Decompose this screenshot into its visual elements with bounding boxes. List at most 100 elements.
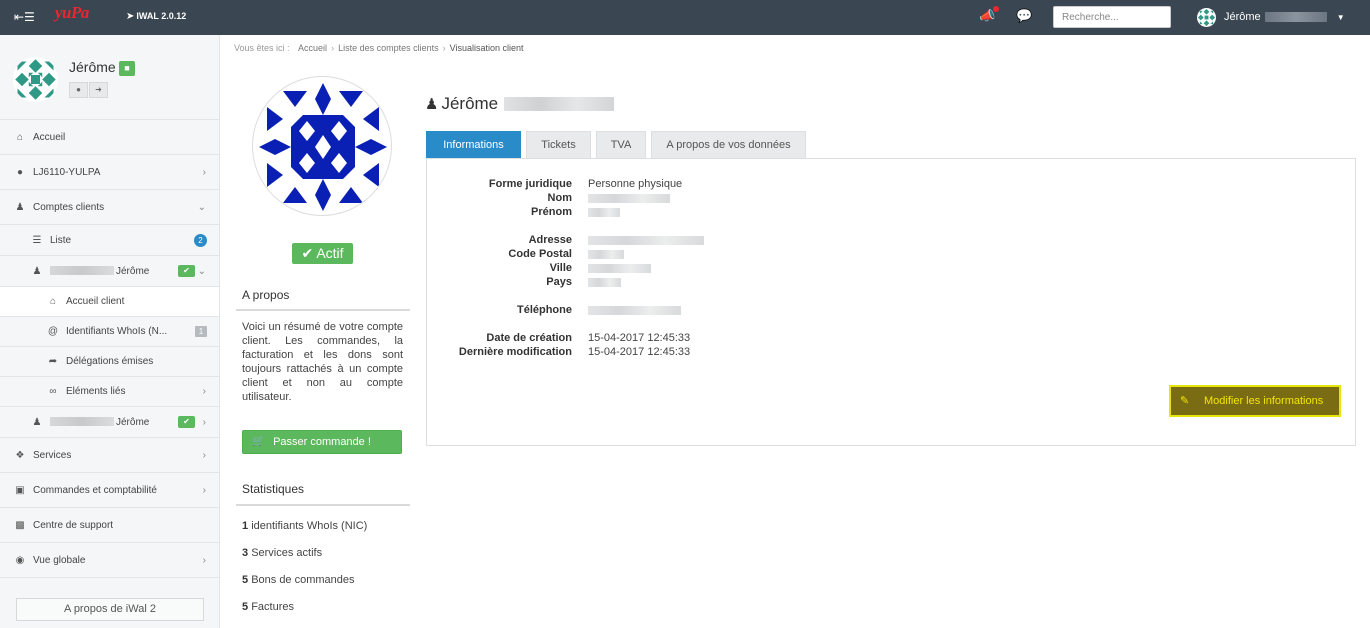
link-icon: ∞ [49, 386, 57, 397]
order-button[interactable]: 🛒 Passer commande ! [242, 430, 402, 454]
field-value: Personne physique [588, 178, 683, 190]
client-avatar [252, 76, 392, 216]
sidebar-user: Jérôme ■ ● ➜ [0, 35, 219, 120]
sidebar-item-client-2[interactable]: ♟ Jérôme ✔ › [0, 407, 219, 438]
tab-tva[interactable]: TVA [596, 131, 646, 158]
stat-count: 1 [242, 520, 249, 532]
field-value [588, 304, 681, 316]
logout-button[interactable]: ➜ [89, 82, 108, 98]
sidebar: Jérôme ■ ● ➜ ⌂ Accueil ● LJ6110-YULPA › … [0, 35, 220, 628]
sidebar-item-liste[interactable]: ☰ Liste 2 [0, 225, 219, 256]
sidebar-item-elements-lies[interactable]: ∞ Eléments liés › [0, 377, 219, 407]
stat-label: Bons de commandes [251, 574, 355, 586]
redacted-surname [504, 97, 615, 111]
stats-title: Statistiques [242, 482, 305, 496]
stat-bons[interactable]: 5 Bons de commandes [242, 574, 355, 586]
field-label: Pays [546, 276, 572, 288]
tab-informations[interactable]: Informations [426, 131, 521, 158]
tab-tickets[interactable]: Tickets [526, 131, 591, 158]
sidebar-item-commandes[interactable]: ▣ Commandes et comptabilité › [0, 473, 219, 508]
check-icon: ✔ [178, 416, 195, 428]
sidebar-item-client-1[interactable]: ♟ Jérôme ✔ ⌄ [0, 256, 219, 287]
chat-icon[interactable]: 💬 [1016, 8, 1034, 26]
sidebar-item-services[interactable]: ❖ Services › [0, 438, 219, 473]
redacted-value [588, 207, 620, 217]
status-label: Actif [316, 245, 344, 261]
redacted-name [50, 417, 114, 427]
sidebar-item-delegations[interactable]: ➦ Délégations émises [0, 347, 219, 377]
sidebar-item-label: Eléments liés [66, 386, 126, 397]
breadcrumb-prefix: Vous êtes ici : [234, 43, 290, 53]
profile-button[interactable]: ● [69, 82, 88, 98]
about-iwal-button[interactable]: A propos de iWal 2 [16, 598, 204, 621]
divider [236, 309, 410, 311]
field-value: 15-04-2017 12:45:33 [588, 332, 691, 344]
stat-count: 5 [242, 601, 249, 613]
cubes-icon: ❖ [15, 449, 25, 461]
status-badge: ✔ Actif [292, 243, 353, 264]
page-title: ♟ Jérôme [425, 94, 615, 114]
about-text: Voici un résumé de votre compte client. … [242, 321, 403, 403]
sidebar-item-label: Délégations émises [66, 356, 154, 367]
redacted-value [588, 305, 681, 315]
check-icon: ✔ [178, 265, 195, 277]
sidebar-item-label: Jérôme [50, 417, 149, 428]
field-label: Date de création [486, 332, 572, 344]
client-firstname: Jérôme [116, 265, 150, 277]
version-link[interactable]: ➤ IWAL 2.0.12 [126, 11, 186, 22]
chevron-right-icon: › [442, 43, 446, 53]
chevron-right-icon: › [202, 386, 206, 397]
top-bar: ⇤☰ yuPa ➤IWAL 2.0.12 📣 💬 Jérôme ▼ [0, 0, 1370, 35]
count-badge: 2 [194, 233, 207, 247]
breadcrumb: Vous êtes ici : Accueil › Liste des compte… [234, 43, 524, 53]
breadcrumb-liste[interactable]: Liste des comptes clients [338, 43, 439, 53]
megaphone-icon[interactable]: 📣 [979, 6, 999, 26]
field-label: Code Postal [508, 248, 572, 260]
sidebar-item-whois[interactable]: @ Identifiants WhoIs (N... 1 [0, 317, 219, 347]
user-menu[interactable]: Jérôme ▼ [1197, 7, 1345, 27]
client-firstname: Jérôme [116, 416, 150, 428]
field-label: Dernière modification [458, 346, 572, 358]
chevron-right-icon: › [202, 554, 206, 566]
sidebar-item-label: Services [33, 449, 72, 461]
chevron-right-icon: › [202, 484, 206, 496]
list-icon: ☰ [32, 234, 42, 246]
edit-info-button[interactable]: ✎ Modifier les informations [1169, 385, 1341, 417]
sidebar-item-label: Commandes et comptabilité [33, 484, 157, 496]
informations-panel: Forme juridique Personne physique Nom Pr… [426, 158, 1356, 446]
sidebar-item-label: Comptes clients [33, 201, 105, 213]
sidebar-item-comptes-clients[interactable]: ♟ Comptes clients ⌄ [0, 190, 219, 225]
sidebar-item-support[interactable]: ▩ Centre de support [0, 508, 219, 543]
sidebar-item-label: Identifiants WhoIs (N... [66, 326, 168, 337]
order-button-label: Passer commande ! [273, 436, 371, 448]
breadcrumb-accueil[interactable]: Accueil [298, 43, 327, 53]
pencil-icon: ✎ [1180, 395, 1190, 407]
search-input[interactable] [1053, 6, 1171, 28]
stat-services[interactable]: 3 Services actifs [242, 547, 322, 559]
tab-donnees[interactable]: A propos de vos données [651, 131, 806, 158]
edit-info-button-label: Modifier les informations [1204, 395, 1324, 407]
sidebar-item-accueil[interactable]: ⌂ Accueil [0, 120, 219, 155]
sidebar-item-account[interactable]: ● LJ6110-YULPA › [0, 155, 219, 190]
field-value [588, 248, 624, 260]
avatar [1197, 7, 1216, 27]
sidebar-item-accueil-client[interactable]: ⌂ Accueil client [0, 287, 219, 317]
menu-toggle-icon[interactable]: ⇤☰ [14, 10, 35, 24]
client-name: Jérôme [441, 94, 499, 113]
breadcrumb-current: Visualisation client [449, 43, 524, 53]
logo[interactable]: yuPa [55, 3, 89, 23]
home-icon: ⌂ [49, 296, 57, 307]
stat-count: 3 [242, 547, 249, 559]
cart-icon: ▣ [15, 484, 25, 496]
redacted-value [588, 235, 704, 245]
redacted-value [588, 193, 670, 203]
sidebar-item-label: Jérôme [50, 266, 149, 277]
stat-whois[interactable]: 1 identifiants WhoIs (NIC) [242, 520, 367, 532]
briefcase-icon: ▩ [15, 519, 25, 531]
sidebar-item-label: Vue globale [33, 554, 86, 566]
divider [236, 504, 410, 506]
sidebar-item-vue-globale[interactable]: ◉ Vue globale › [0, 543, 219, 578]
chevron-right-icon: › [202, 416, 206, 428]
stat-factures[interactable]: 5 Factures [242, 601, 294, 613]
at-icon: @ [47, 326, 59, 337]
